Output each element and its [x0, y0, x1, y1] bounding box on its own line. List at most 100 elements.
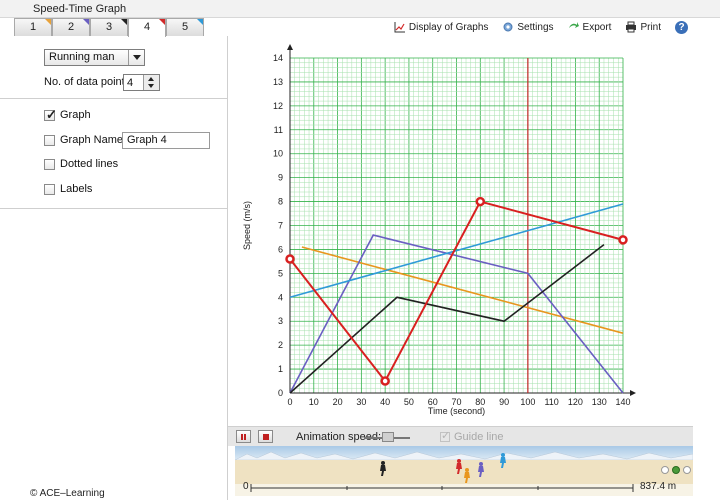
- checkmark-icon: ✓: [46, 107, 57, 122]
- tab-color-marker: [197, 19, 203, 25]
- page-dot-icon[interactable]: [661, 466, 669, 474]
- display-graphs-label: Display of Graphs: [408, 21, 489, 33]
- slider-thumb[interactable]: [382, 432, 394, 442]
- graph-checkbox[interactable]: ✓: [44, 107, 57, 122]
- x-tick-label: 110: [544, 397, 558, 407]
- data-point: [618, 235, 628, 245]
- chart-icon: [394, 22, 405, 33]
- data-point: [380, 376, 390, 386]
- y-tick-label: 5: [278, 268, 283, 278]
- labels-checkbox[interactable]: [44, 184, 55, 195]
- subject-dropdown-value: Running man: [49, 51, 115, 63]
- subject-dropdown[interactable]: Running man: [44, 49, 145, 66]
- settings-button[interactable]: Settings: [502, 21, 554, 33]
- stop-button[interactable]: [258, 430, 273, 443]
- distance-end-label: 837.4 m: [640, 481, 677, 492]
- tab-color-marker: [45, 19, 51, 25]
- title-bar: Speed-Time Graph: [0, 0, 720, 18]
- print-button[interactable]: Print: [625, 21, 661, 33]
- gear-icon: [503, 22, 513, 32]
- y-tick-label: 9: [278, 173, 283, 183]
- export-button[interactable]: Export: [568, 21, 612, 33]
- settings-label: Settings: [517, 21, 554, 33]
- settings-panel: Running man No. of data point: 4 ✓ Graph…: [0, 36, 228, 500]
- graph-name-input[interactable]: Graph 4: [122, 132, 210, 149]
- animation-track: 0 837.4 m: [234, 446, 694, 496]
- graph-area[interactable]: 0 10 20 30 40 50 60 70 80 90 100 110 120 130 140 0 1 2 3 4 5…: [228, 36, 720, 428]
- data-points-label: No. of data point:: [44, 76, 128, 88]
- distance-start-label: 0: [243, 481, 249, 492]
- y-tick-label: 14: [273, 53, 283, 63]
- tab-label: 1: [29, 21, 37, 33]
- display-graphs-button[interactable]: Display of Graphs: [394, 21, 488, 33]
- tab-color-marker: [159, 19, 165, 25]
- data-points-stepper[interactable]: 4: [123, 74, 160, 91]
- graph-name-label: Graph Name:: [60, 134, 127, 146]
- tab-color-marker: [121, 19, 127, 25]
- y-tick-label: 8: [278, 197, 283, 207]
- up-arrow-icon: [148, 77, 154, 81]
- x-axis-arrow-icon: [630, 390, 636, 396]
- tab-color-marker: [83, 19, 89, 25]
- tab-label: 4: [143, 21, 151, 33]
- chevron-down-icon: [128, 50, 144, 65]
- dotted-lines-label: Dotted lines: [60, 158, 119, 170]
- x-tick-label: 120: [568, 397, 583, 407]
- guide-line-option[interactable]: ✓ Guide line: [440, 430, 504, 443]
- print-label: Print: [640, 21, 661, 33]
- x-axis-label: Time (second): [428, 406, 485, 416]
- toolbar: Display of Graphs Settings Export Print …: [394, 19, 720, 35]
- stepper-arrows[interactable]: [143, 75, 159, 90]
- x-tick-label: 40: [380, 397, 390, 407]
- y-tick-label: 3: [278, 316, 283, 326]
- tab-4[interactable]: 4: [128, 18, 166, 37]
- guide-line-checkbox[interactable]: ✓: [440, 430, 451, 442]
- x-tick-label: 50: [404, 397, 414, 407]
- x-tick-label: 20: [333, 397, 343, 407]
- graph-tabs: 1 2 3 4 5: [14, 18, 204, 37]
- tab-label: 3: [105, 21, 113, 33]
- y-tick-label: 6: [278, 244, 283, 254]
- y-tick-label: 11: [274, 125, 283, 135]
- data-point: [285, 254, 295, 264]
- help-icon[interactable]: ?: [675, 20, 688, 34]
- y-tick-label: 4: [278, 292, 283, 302]
- y-tick-label: 10: [273, 149, 283, 159]
- x-tick-label: 130: [592, 397, 607, 407]
- printer-icon: [626, 21, 637, 33]
- guide-line-label: Guide line: [454, 431, 504, 443]
- animation-speed-slider[interactable]: [364, 432, 410, 442]
- graph-name-checkbox[interactable]: [44, 135, 55, 146]
- page-dot-icon[interactable]: [683, 466, 691, 474]
- page-dot-icon[interactable]: [672, 466, 680, 474]
- animation-controls: Animation speed: ✓ Guide line: [228, 426, 693, 446]
- tab-5[interactable]: 5: [166, 18, 204, 36]
- pause-button[interactable]: [236, 430, 251, 443]
- export-label: Export: [582, 21, 612, 33]
- graph-checkbox-label: Graph: [60, 109, 91, 121]
- copyright-text: © ACE–Learning: [30, 488, 105, 499]
- y-axis-arrow-icon: [287, 44, 293, 50]
- y-tick-label: 2: [278, 340, 283, 350]
- tab-2[interactable]: 2: [52, 18, 90, 36]
- checkmark-icon: ✓: [441, 430, 451, 442]
- window-title: Speed-Time Graph: [33, 3, 127, 15]
- tab-label: 2: [67, 21, 75, 33]
- y-axis-label: Speed (m/s): [242, 201, 252, 250]
- graph-name-value: Graph 4: [127, 134, 167, 146]
- x-tick-label: 90: [499, 397, 509, 407]
- x-tick-label: 10: [309, 397, 319, 407]
- export-icon: [568, 22, 579, 28]
- labels-label: Labels: [60, 183, 93, 195]
- dotted-lines-checkbox[interactable]: [44, 159, 55, 170]
- tab-label: 5: [181, 21, 189, 33]
- y-tick-label: 12: [273, 101, 283, 111]
- race-scene: [234, 446, 694, 496]
- data-point: [475, 196, 486, 207]
- y-tick-label: 7: [278, 221, 283, 231]
- tab-1[interactable]: 1: [14, 18, 52, 36]
- down-arrow-icon: [148, 84, 154, 88]
- stop-icon: [263, 434, 269, 440]
- tab-3[interactable]: 3: [90, 18, 128, 36]
- speed-time-chart[interactable]: 0 10 20 30 40 50 60 70 80 90 100 110 120 130 140012345…: [228, 36, 720, 428]
